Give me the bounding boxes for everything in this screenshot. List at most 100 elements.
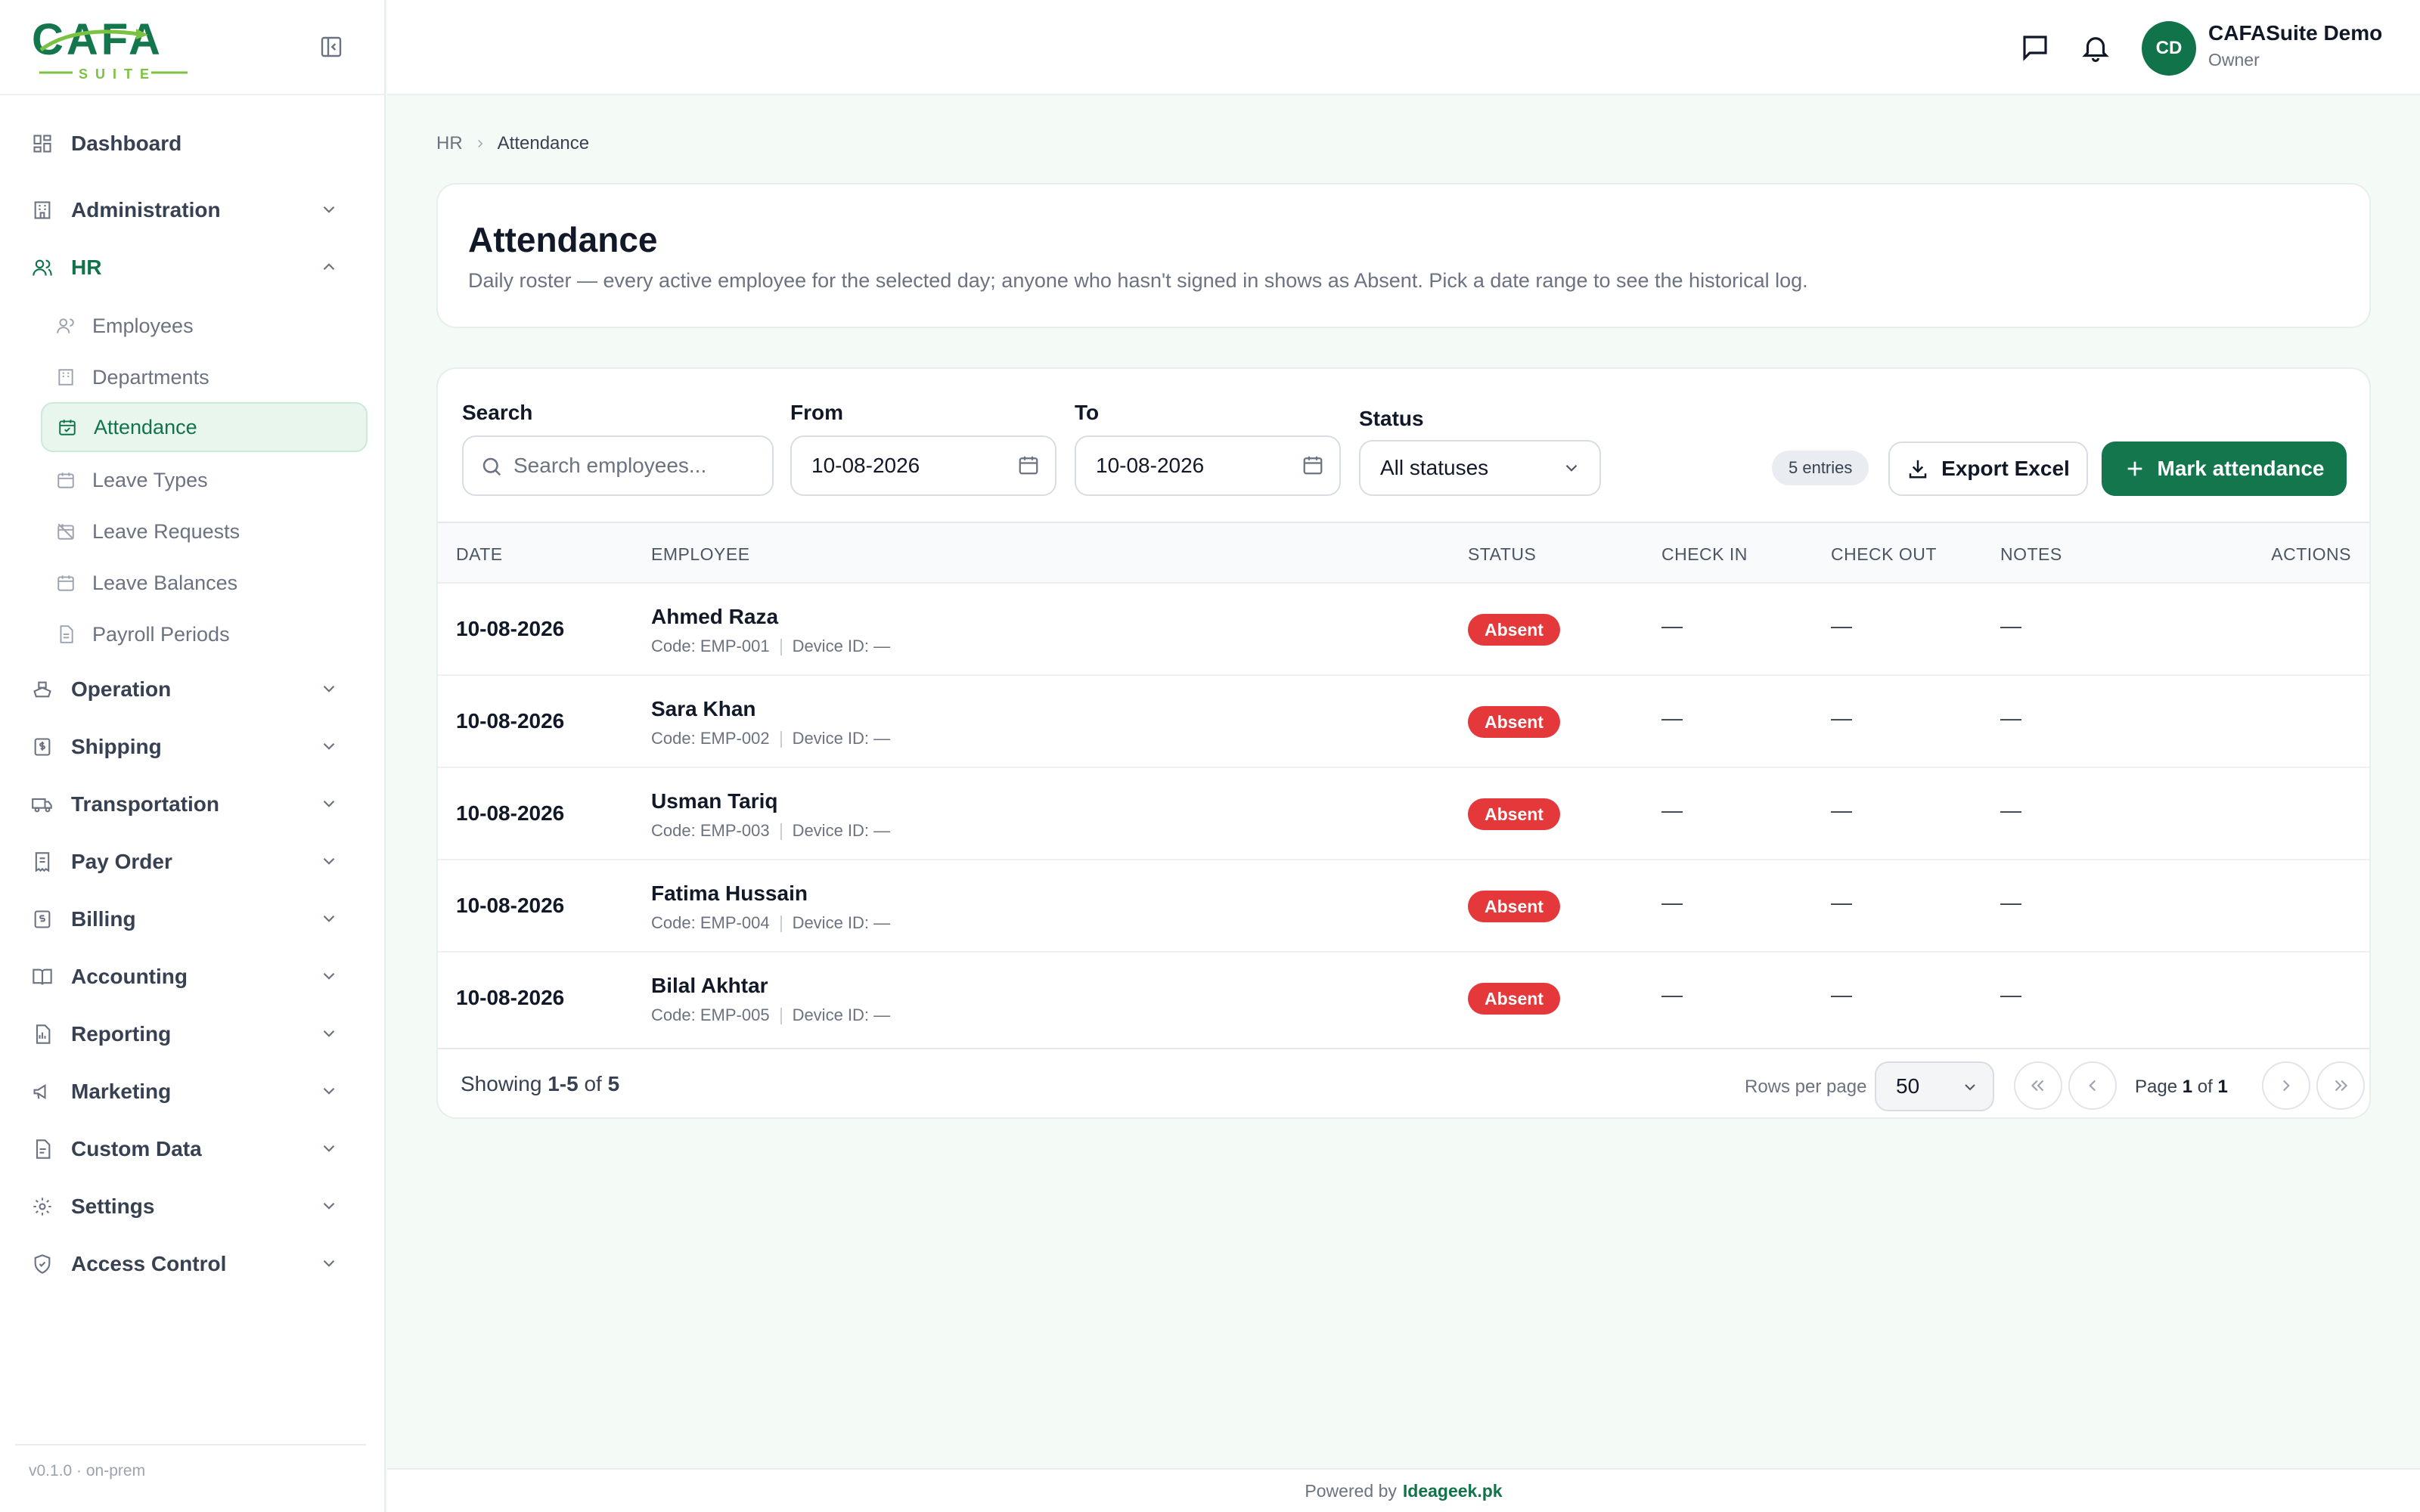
column-header-employee[interactable]: EMPLOYEE: [651, 544, 750, 565]
check-out-value: —: [1831, 891, 1852, 914]
sidebar-item-accounting[interactable]: Accounting: [30, 954, 355, 999]
calendar-icon[interactable]: [1302, 454, 1324, 476]
chevron-down-icon: [319, 1024, 339, 1043]
sidebar-collapse-icon[interactable]: [319, 35, 343, 59]
notes-value: —: [2000, 891, 2021, 914]
sidebar-item-shipping[interactable]: Shipping: [30, 724, 355, 770]
row-date: 10-08-2026: [456, 709, 565, 733]
database-icon: [30, 1137, 54, 1161]
gear-icon: [30, 1194, 54, 1219]
employee-meta: Code: EMP-001 Device ID: —: [651, 637, 890, 656]
sidebar-item-label: Operation: [71, 677, 172, 701]
previous-page-button[interactable]: [2068, 1061, 2117, 1110]
column-header-status[interactable]: STATUS: [1468, 544, 1536, 565]
sidebar-item-settings[interactable]: Settings: [30, 1184, 355, 1229]
next-page-button[interactable]: [2262, 1061, 2310, 1110]
chevron-right-icon: [2276, 1076, 2296, 1095]
app-logo[interactable]: CAFA SUITE: [30, 17, 197, 80]
sidebar-subitem-leave-types[interactable]: Leave Types: [41, 455, 368, 505]
export-excel-button[interactable]: Export Excel: [1888, 442, 2088, 496]
employee-name[interactable]: Bilal Akhtar: [651, 974, 768, 998]
sidebar-item-hr[interactable]: HR: [30, 245, 355, 290]
chevron-right-icon: [473, 137, 487, 150]
calendar-icon: [56, 469, 77, 491]
sidebar-subitem-attendance[interactable]: Attendance: [41, 402, 368, 452]
employee-name[interactable]: Sara Khan: [651, 697, 756, 721]
first-page-button[interactable]: [2014, 1061, 2062, 1110]
sidebar-item-label: HR: [71, 256, 102, 279]
avatar[interactable]: CD: [2142, 21, 2196, 76]
footer-link[interactable]: Ideageek.pk: [1403, 1481, 1503, 1501]
book-icon: [30, 965, 54, 989]
to-date-input[interactable]: 10-08-2026: [1075, 435, 1341, 496]
breadcrumb-current: Attendance: [497, 133, 590, 153]
column-header-check-out[interactable]: CHECK OUT: [1831, 544, 1937, 565]
from-date-input[interactable]: 10-08-2026: [790, 435, 1056, 496]
sidebar-subitem-departments[interactable]: Departments: [41, 352, 368, 402]
column-header-date[interactable]: DATE: [456, 544, 503, 565]
last-page-button[interactable]: [2316, 1061, 2365, 1110]
sidebar-subitem-label: Leave Requests: [92, 519, 240, 543]
device-id: —: [873, 729, 891, 748]
employee-name[interactable]: Usman Tariq: [651, 789, 778, 813]
check-in-value: —: [1661, 798, 1683, 822]
sidebar-subitem-payroll-periods[interactable]: Payroll Periods: [41, 609, 368, 659]
logo-area: CAFA SUITE: [0, 0, 384, 95]
page-prefix: Page: [2135, 1077, 2178, 1097]
calendar-check-icon: [57, 417, 79, 438]
search-input[interactable]: Search employees...: [462, 435, 774, 496]
sidebar-item-billing[interactable]: Billing: [30, 897, 355, 942]
page-footer: Powered by Ideageek.pk: [387, 1468, 2420, 1512]
sidebar-item-transportation[interactable]: Transportation: [30, 782, 355, 827]
table-row[interactable]: 10-08-2026 Usman Tariq Code: EMP-003 Devi…: [438, 768, 2369, 860]
calendar-icon[interactable]: [1017, 454, 1040, 476]
page-total: 1: [2217, 1077, 2228, 1097]
status-badge: Absent: [1468, 614, 1560, 646]
page-current: 1: [2182, 1077, 2193, 1097]
building-icon: [30, 198, 54, 222]
column-header-notes[interactable]: NOTES: [2000, 544, 2062, 565]
plus-icon: [2124, 458, 2145, 479]
check-in-value: —: [1661, 614, 1683, 637]
employee-code: EMP-003: [700, 821, 770, 840]
table-row[interactable]: 10-08-2026 Sara Khan Code: EMP-002 Device…: [438, 676, 2369, 768]
file-icon: [56, 624, 77, 645]
bell-icon[interactable]: [2080, 32, 2111, 64]
sidebar-item-dashboard[interactable]: Dashboard: [30, 121, 355, 166]
receipt-icon: [30, 850, 54, 874]
sidebar-item-marketing[interactable]: Marketing: [30, 1069, 355, 1114]
chevron-down-icon: [319, 966, 339, 986]
status-badge: Absent: [1468, 798, 1560, 830]
check-out-value: —: [1831, 983, 1852, 1006]
mark-attendance-button[interactable]: Mark attendance: [2102, 442, 2347, 496]
breadcrumb-parent[interactable]: HR: [436, 133, 463, 154]
sidebar-item-operation[interactable]: Operation: [30, 667, 355, 712]
user-icon: [56, 315, 77, 336]
employee-name[interactable]: Ahmed Raza: [651, 605, 778, 629]
report-icon: [30, 1022, 54, 1046]
sidebar-subitem-leave-requests[interactable]: Leave Requests: [41, 507, 368, 556]
sidebar-subitem-label: Employees: [92, 314, 194, 337]
chevron-down-icon: [1961, 1078, 1979, 1096]
sidebar-subitem-label: Leave Types: [92, 468, 208, 491]
user-name[interactable]: CAFASuite Demo: [2208, 21, 2382, 45]
sidebar-item-label: Settings: [71, 1194, 155, 1218]
sidebar-item-pay-order[interactable]: Pay Order: [30, 839, 355, 885]
status-select[interactable]: All statuses: [1359, 440, 1601, 496]
table-row[interactable]: 10-08-2026 Fatima Hussain Code: EMP-004 D…: [438, 860, 2369, 953]
sidebar-subitem-leave-balances[interactable]: Leave Balances: [41, 558, 368, 608]
messages-icon[interactable]: [2019, 32, 2051, 64]
sidebar-item-access-control[interactable]: Access Control: [30, 1241, 355, 1287]
sidebar: CAFA SUITE Dashboard Administration HR E…: [0, 0, 386, 1512]
search-label: Search: [462, 401, 533, 424]
column-header-check-in[interactable]: CHECK IN: [1661, 544, 1748, 565]
table-row[interactable]: 10-08-2026 Ahmed Raza Code: EMP-001 Devic…: [438, 584, 2369, 676]
employee-name[interactable]: Fatima Hussain: [651, 881, 808, 906]
rows-per-page-select[interactable]: 50: [1875, 1061, 1994, 1111]
sidebar-item-reporting[interactable]: Reporting: [30, 1012, 355, 1057]
sidebar-item-custom-data[interactable]: Custom Data: [30, 1126, 355, 1172]
sidebar-item-administration[interactable]: Administration: [30, 187, 355, 233]
sidebar-subitem-employees[interactable]: Employees: [41, 301, 368, 351]
table-row[interactable]: 10-08-2026 Bilal Akhtar Code: EMP-005 Dev…: [438, 953, 2369, 1045]
code-prefix: Code:: [651, 1005, 696, 1024]
